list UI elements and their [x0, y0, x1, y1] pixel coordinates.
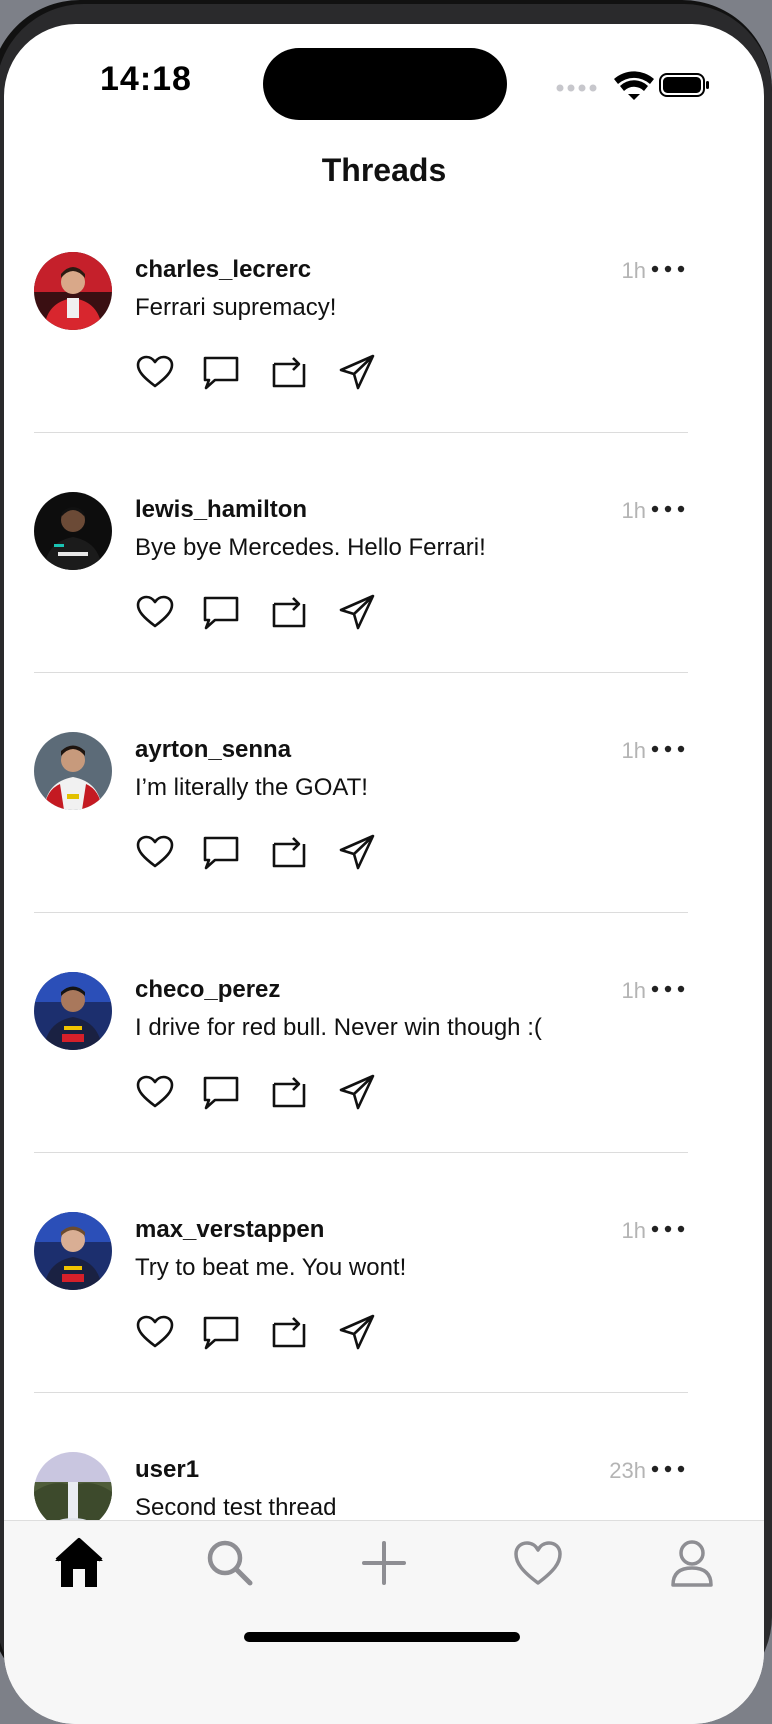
- more-options-icon[interactable]: [650, 979, 686, 999]
- avatar[interactable]: [34, 1212, 112, 1290]
- avatar[interactable]: [34, 732, 112, 810]
- thread-content: Try to beat me. You wont!: [135, 1254, 407, 1281]
- thread-username[interactable]: checo_perez: [135, 976, 280, 1004]
- status-icons: [556, 71, 709, 100]
- thread-content: Ferrari supremacy!: [135, 294, 337, 321]
- thread-timestamp: 1h: [621, 978, 646, 1003]
- thread-item[interactable]: lewis_hamilton 1h Bye bye Mercedes. Hell…: [4, 484, 764, 724]
- avatar[interactable]: [34, 1452, 112, 1530]
- send-icon[interactable]: [337, 832, 377, 872]
- thread-content: Second test thread: [135, 1494, 337, 1521]
- thread-timestamp: 1h: [621, 738, 646, 763]
- heart-icon[interactable]: [135, 1312, 175, 1352]
- thread-actions: [135, 832, 415, 872]
- home-icon[interactable]: [51, 1535, 107, 1591]
- wifi-icon: [614, 71, 654, 100]
- thread-divider: [34, 672, 688, 673]
- battery-icon: [659, 73, 709, 97]
- thread-divider: [34, 912, 688, 913]
- send-icon[interactable]: [337, 1072, 377, 1112]
- home-indicator: [244, 1632, 520, 1642]
- status-time: 14:18: [100, 60, 192, 98]
- repost-icon[interactable]: [269, 1312, 309, 1352]
- thread-item[interactable]: checo_perez 1h I drive for red bull. Nev…: [4, 964, 764, 1204]
- more-options-icon[interactable]: [650, 1459, 686, 1479]
- thread-feed: charles_lecrerc 1h Ferrari supremacy! le…: [4, 244, 764, 1684]
- thread-actions: [135, 352, 415, 392]
- page-title: Threads: [321, 152, 447, 188]
- avatar[interactable]: [34, 972, 112, 1050]
- comment-icon[interactable]: [201, 352, 241, 392]
- plus-icon[interactable]: [356, 1535, 412, 1591]
- thread-actions: [135, 1072, 415, 1112]
- thread-divider: [34, 1392, 688, 1393]
- heart-icon[interactable]: [510, 1535, 566, 1591]
- thread-timestamp: 1h: [621, 258, 646, 283]
- heart-icon[interactable]: [135, 352, 175, 392]
- heart-icon[interactable]: [135, 592, 175, 632]
- app-screen: 14:18 Threads charles_lecrerc 1h Ferrari…: [4, 24, 764, 1724]
- comment-icon[interactable]: [201, 1312, 241, 1352]
- repost-icon[interactable]: [269, 832, 309, 872]
- thread-username[interactable]: lewis_hamilton: [135, 496, 307, 524]
- comment-icon[interactable]: [201, 592, 241, 632]
- thread-actions: [135, 592, 415, 632]
- repost-icon[interactable]: [269, 1072, 309, 1112]
- thread-content: I drive for red bull. Never win though :…: [135, 1014, 542, 1041]
- tab-bar: [4, 1520, 764, 1724]
- status-bar: 14:18: [4, 24, 764, 144]
- heart-icon[interactable]: [135, 832, 175, 872]
- cellular-signal-icon: [556, 84, 597, 92]
- comment-icon[interactable]: [201, 1072, 241, 1112]
- thread-username[interactable]: ayrton_senna: [135, 736, 291, 764]
- avatar[interactable]: [34, 492, 112, 570]
- thread-divider: [34, 1152, 688, 1153]
- more-options-icon[interactable]: [650, 259, 686, 279]
- send-icon[interactable]: [337, 1312, 377, 1352]
- thread-content: I’m literally the GOAT!: [135, 774, 368, 801]
- send-icon[interactable]: [337, 592, 377, 632]
- heart-icon[interactable]: [135, 1072, 175, 1112]
- thread-timestamp: 1h: [621, 498, 646, 523]
- comment-icon[interactable]: [201, 832, 241, 872]
- repost-icon[interactable]: [269, 592, 309, 632]
- thread-timestamp: 1h: [621, 1218, 646, 1243]
- thread-username[interactable]: max_verstappen: [135, 1216, 324, 1244]
- thread-username[interactable]: charles_lecrerc: [135, 256, 311, 284]
- search-icon[interactable]: [202, 1535, 258, 1591]
- more-options-icon[interactable]: [650, 739, 686, 759]
- repost-icon[interactable]: [269, 352, 309, 392]
- thread-divider: [34, 432, 688, 433]
- avatar[interactable]: [34, 252, 112, 330]
- thread-item[interactable]: ayrton_senna 1h I’m literally the GOAT!: [4, 724, 764, 964]
- profile-icon[interactable]: [664, 1535, 720, 1591]
- thread-content: Bye bye Mercedes. Hello Ferrari!: [135, 534, 486, 561]
- dynamic-island: [263, 48, 507, 120]
- thread-item[interactable]: charles_lecrerc 1h Ferrari supremacy!: [4, 244, 764, 484]
- more-options-icon[interactable]: [650, 1219, 686, 1239]
- thread-item[interactable]: max_verstappen 1h Try to beat me. You wo…: [4, 1204, 764, 1444]
- thread-timestamp: 23h: [609, 1458, 646, 1483]
- thread-actions: [135, 1312, 415, 1352]
- more-options-icon[interactable]: [650, 499, 686, 519]
- send-icon[interactable]: [337, 352, 377, 392]
- thread-username[interactable]: user1: [135, 1456, 199, 1484]
